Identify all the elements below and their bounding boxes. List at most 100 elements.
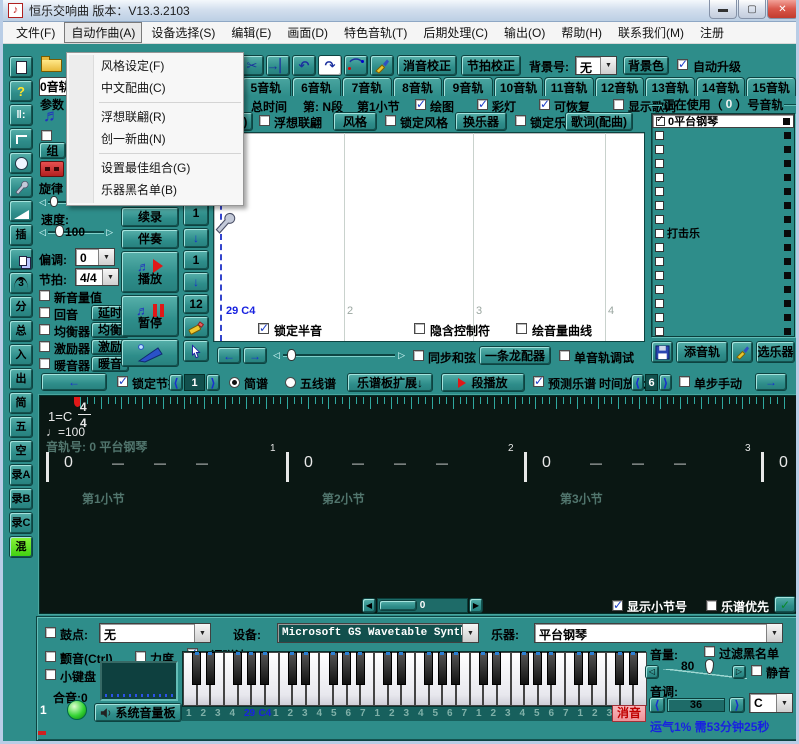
instrument-mark-15[interactable] (784, 328, 791, 335)
pencil-tool-button[interactable] (183, 316, 209, 338)
instrument-checkbox-0[interactable] (656, 117, 665, 126)
sidebar-item-出[interactable]: 出 (9, 368, 33, 390)
black-key-11[interactable] (342, 652, 351, 685)
beat-correct-button[interactable]: 节拍校正 (461, 55, 521, 76)
menu-popup-item-7[interactable]: 设置最佳组合(G) (67, 157, 243, 179)
auto-update-checkbox[interactable] (677, 59, 688, 70)
instrument-mark-9[interactable] (784, 244, 791, 251)
lock-style-checkbox[interactable] (385, 115, 396, 126)
sync-chord-checkbox[interactable] (413, 350, 424, 361)
instrument-checkbox-12[interactable] (655, 285, 664, 294)
offset-select[interactable]: 0▼ (75, 248, 115, 266)
melody-slider-knob[interactable] (50, 196, 58, 207)
continue-record-button[interactable]: 续录 (121, 207, 179, 227)
track-tab-14[interactable]: 14音轨 (696, 77, 746, 96)
instrument-checkbox-8[interactable] (655, 229, 664, 238)
spin-mid-button[interactable]: 1 (183, 250, 209, 270)
instrument-select[interactable]: 平台钢琴▼ (534, 623, 783, 643)
piano-roll[interactable]: 29 C4 2 3 4 锁定半音 隐含控制符 绘音量曲线 (213, 132, 645, 342)
track-tab-6[interactable]: 6音轨 (292, 77, 342, 96)
sidebar-item-总[interactable]: 总 (9, 320, 33, 342)
menu-item-2[interactable]: 自动作曲(A) (64, 22, 142, 43)
instrument-checkbox-6[interactable] (655, 201, 664, 210)
black-key-5[interactable] (260, 652, 269, 685)
pitch-down-button[interactable]: ⟨ (649, 697, 665, 713)
bg-color-button[interactable]: 背景色 (623, 56, 669, 75)
black-key-14[interactable] (383, 652, 392, 685)
black-key-26[interactable] (547, 652, 556, 685)
instrument-row-13[interactable] (652, 296, 794, 310)
menu-item-6[interactable]: 特色音轨(T) (337, 22, 414, 43)
track-tab-10[interactable]: 10音轨 (494, 77, 544, 96)
black-key-28[interactable] (574, 652, 583, 685)
sidebar-item-corner[interactable] (9, 128, 33, 150)
zoom-left-button[interactable]: ⟨ (631, 374, 644, 391)
pitch-key-select[interactable]: C▼ (749, 693, 793, 713)
sidebar-item-分[interactable]: 分 (9, 296, 33, 318)
track-tab-13[interactable]: 13音轨 (645, 77, 695, 96)
predict-score-checkbox[interactable] (533, 376, 544, 387)
add-track-button[interactable]: 添音轨 (676, 341, 728, 363)
menu-popup-item-4[interactable]: 浮想联翩(R) (67, 106, 243, 128)
black-key-22[interactable] (492, 652, 501, 685)
play-button[interactable]: ♬ 播放 (121, 251, 179, 293)
beat-spin-left-button[interactable]: ⟨ (169, 374, 183, 391)
param-checkbox[interactable] (41, 130, 52, 141)
black-key-17[interactable] (424, 652, 433, 685)
black-key-25[interactable] (533, 652, 542, 685)
sidebar-item-五[interactable]: 五 (9, 416, 33, 438)
spin-bottom-button[interactable]: 12 (183, 294, 209, 314)
minimize-button[interactable]: ▬ (709, 0, 737, 19)
menu-item-9[interactable]: 帮助(H) (554, 22, 609, 43)
menu-item-4[interactable]: 编辑(E) (224, 22, 278, 43)
effect-checkbox-1[interactable] (39, 307, 50, 318)
lock-beat-checkbox[interactable] (117, 376, 128, 387)
score-ruler[interactable] (80, 397, 792, 411)
instrument-row-3[interactable] (652, 156, 794, 170)
score-scroll-left[interactable]: ◀ (362, 598, 376, 613)
draw-tool-button[interactable] (121, 339, 179, 367)
instrument-mark-14[interactable] (784, 314, 791, 321)
sidebar-item-插[interactable]: 插 (9, 224, 33, 246)
sidebar-item-3[interactable]: 3 (9, 272, 33, 294)
black-key-12[interactable] (356, 652, 365, 685)
undo-button[interactable]: ↶ (292, 55, 316, 76)
small-keyboard-checkbox[interactable] (45, 669, 56, 680)
drum-checkbox[interactable] (45, 627, 56, 638)
vibrato-checkbox[interactable] (45, 651, 56, 662)
close-button[interactable]: ✕ (767, 0, 798, 19)
instrument-mark-6[interactable] (784, 202, 791, 209)
bg-number-select[interactable]: 无▼ (575, 56, 617, 75)
lights-checkbox[interactable] (477, 99, 488, 110)
paste-button[interactable]: →▏ (266, 55, 290, 76)
track-tab-5[interactable]: 5音轨 (241, 77, 291, 96)
instrument-checkbox-14[interactable] (655, 313, 664, 322)
sidebar-item-‖:[interactable]: ‖: (9, 104, 33, 126)
sidebar-item-录A[interactable]: 录A (9, 464, 33, 486)
brush-track-button[interactable] (731, 341, 753, 363)
maximize-button[interactable]: ▢ (738, 0, 766, 19)
device-select[interactable]: Microsoft GS Wavetable Synth▼ (277, 623, 479, 643)
menu-item-3[interactable]: 设备选择(S) (144, 22, 222, 43)
instrument-row-6[interactable] (652, 198, 794, 212)
score-scroll-track[interactable]: 0 (377, 598, 468, 613)
one-dragon-button[interactable]: 一条龙配器 (479, 346, 551, 365)
roll-slider-knob[interactable] (287, 349, 296, 361)
menu-item-8[interactable]: 输出(O) (497, 22, 552, 43)
black-key-4[interactable] (247, 652, 256, 685)
black-key-3[interactable] (233, 652, 242, 685)
instrument-row-12[interactable] (652, 282, 794, 296)
instrument-mark-10[interactable] (784, 258, 791, 265)
volume-down-button[interactable]: ◁ (645, 665, 659, 679)
instrument-checkbox-2[interactable] (655, 145, 664, 154)
change-instrument-button[interactable]: 换乐器 (455, 112, 507, 131)
speed-slider-knob[interactable] (55, 225, 64, 237)
menu-item-7[interactable]: 后期处理(C) (416, 22, 495, 43)
pitch-up-button[interactable]: ⟩ (729, 697, 745, 713)
black-key-31[interactable] (615, 652, 624, 685)
piano-keyboard[interactable] (182, 651, 646, 707)
pick-instrument-button[interactable]: 选乐器 (756, 341, 795, 363)
sidebar-item-wrench[interactable] (9, 176, 33, 198)
sidebar-item-录C[interactable]: 录C (9, 512, 33, 534)
system-volume-button[interactable]: 系统音量板 (94, 703, 182, 722)
